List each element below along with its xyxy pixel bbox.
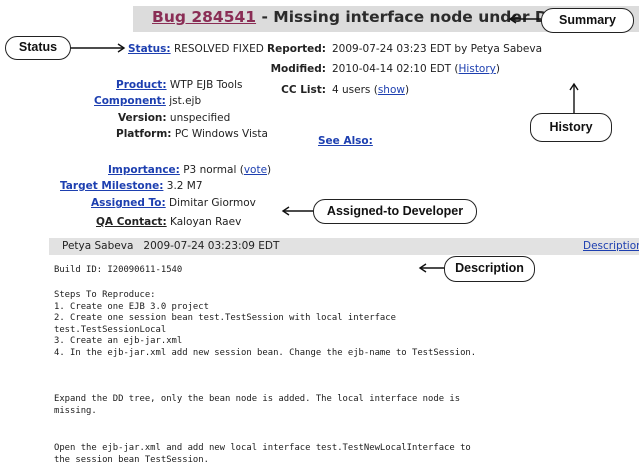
summary-callout: Summary (541, 8, 634, 33)
assigned-callout: Assigned-to Developer (313, 199, 477, 224)
annotation-arrows (70, 14, 579, 273)
history-callout: History (530, 113, 612, 142)
description-callout: Description (444, 256, 535, 282)
status-callout: Status (5, 36, 71, 60)
